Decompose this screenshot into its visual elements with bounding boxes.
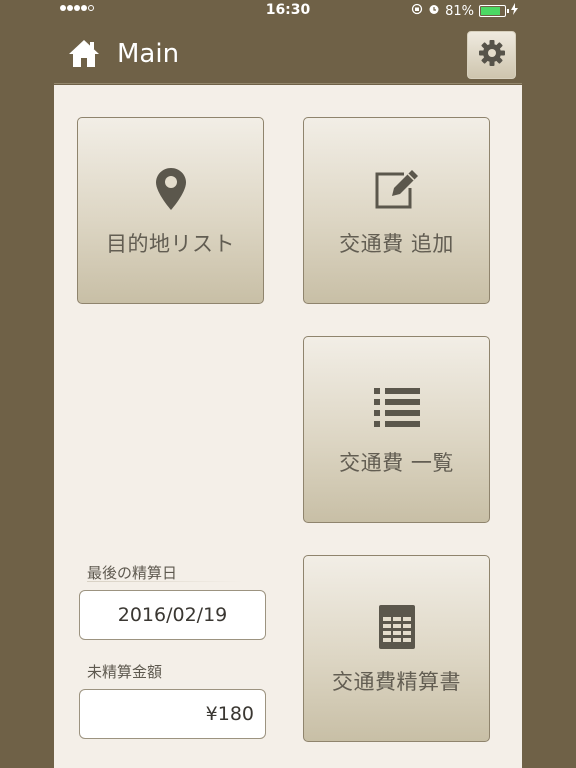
status-right: 81%	[411, 3, 518, 19]
unsettled-amount: ¥180	[79, 689, 266, 739]
destination-list-label: 目的地リスト	[106, 232, 235, 256]
battery-percent: 81%	[445, 3, 474, 19]
expense-report-label: 交通費精算書	[332, 670, 461, 694]
rotation-lock-icon	[411, 3, 423, 19]
add-expense-button[interactable]: 交通費 追加	[303, 117, 490, 304]
unsettled-amount-label: 未精算金額	[87, 663, 163, 681]
last-settlement-label: 最後の精算日	[87, 564, 178, 582]
page-title: Main	[117, 39, 180, 69]
map-pin-icon	[155, 166, 187, 212]
expense-report-button[interactable]: 交通費精算書	[303, 555, 490, 742]
spreadsheet-icon	[378, 604, 415, 650]
settings-button[interactable]	[467, 31, 516, 79]
home-icon[interactable]	[68, 38, 100, 72]
gear-icon	[477, 38, 507, 72]
nav-bar: Main	[54, 22, 522, 84]
alarm-icon	[428, 3, 440, 19]
status-bar: 16:30 81%	[0, 0, 576, 22]
add-expense-label: 交通費 追加	[339, 232, 454, 256]
edit-icon	[374, 166, 420, 212]
last-settlement-date: 2016/02/19	[79, 590, 266, 640]
list-icon	[373, 385, 420, 431]
expense-list-button[interactable]: 交通費 一覧	[303, 336, 490, 523]
charging-icon	[511, 3, 518, 19]
divider	[87, 581, 243, 582]
expense-list-label: 交通費 一覧	[339, 451, 454, 475]
destination-list-button[interactable]: 目的地リスト	[77, 117, 264, 304]
battery-icon	[479, 5, 509, 17]
main-content: 目的地リスト 交通費 追加 交通費 一覧 交通費精算書 最後の精算日 2016/…	[54, 85, 522, 768]
